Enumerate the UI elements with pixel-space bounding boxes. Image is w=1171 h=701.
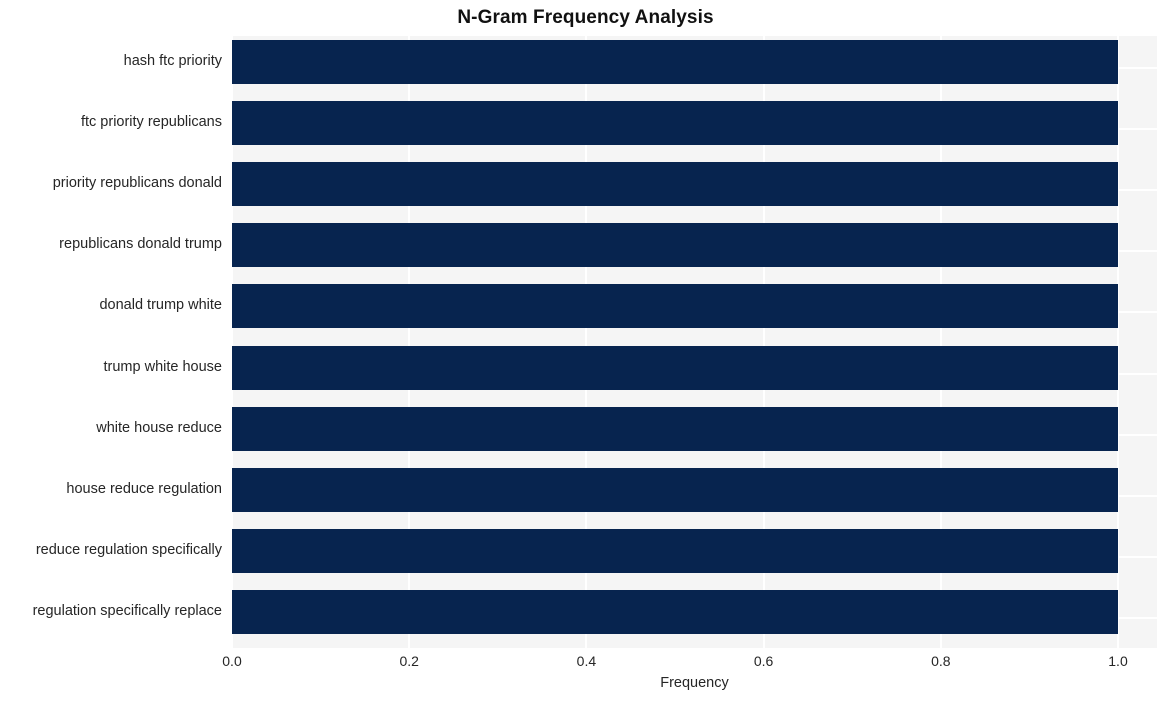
y-axis-tick-label: ftc priority republicans [80,114,222,130]
y-axis-tick-label: white house reduce [96,420,222,436]
chart-figure: N-Gram Frequency Analysis hash ftc prior… [0,0,1171,701]
x-axis-tick-labels: 0.0 0.2 0.4 0.6 0.8 1.0 [0,654,1171,674]
y-axis-tick-label: trump white house [103,359,222,375]
chart-title: N-Gram Frequency Analysis [457,7,714,28]
bar[interactable] [232,407,1118,451]
bar-series [232,36,1157,648]
bar[interactable] [232,529,1118,573]
bar[interactable] [232,162,1118,206]
x-axis-tick-label: 0.6 [753,653,774,669]
y-axis-tick-labels: hash ftc priority ftc priority republican… [0,36,222,648]
bar[interactable] [232,101,1118,145]
bar[interactable] [232,468,1118,512]
x-axis-tick-label: 1.0 [1108,653,1128,669]
bar[interactable] [232,590,1118,634]
bar[interactable] [232,223,1118,267]
plot-area [232,36,1157,648]
x-axis-tick-label: 0.8 [931,653,951,669]
x-axis-tick-label: 0.4 [576,653,597,669]
y-axis-tick-label: priority republicans donald [52,175,222,191]
y-axis-tick-label: republicans donald trump [59,236,222,252]
bar[interactable] [232,40,1118,84]
x-axis-tick-label: 0.2 [399,653,419,669]
x-axis-tick-label: 0.0 [222,653,242,669]
y-axis-tick-label: reduce regulation specifically [35,542,222,558]
y-axis-tick-label: house reduce regulation [66,481,222,497]
bar[interactable] [232,284,1118,328]
bar[interactable] [232,346,1118,390]
y-axis-tick-label: regulation specifically replace [32,603,222,619]
x-axis-label: Frequency [660,675,729,691]
y-axis-tick-label: donald trump white [99,297,222,313]
y-axis-tick-label: hash ftc priority [123,53,222,69]
